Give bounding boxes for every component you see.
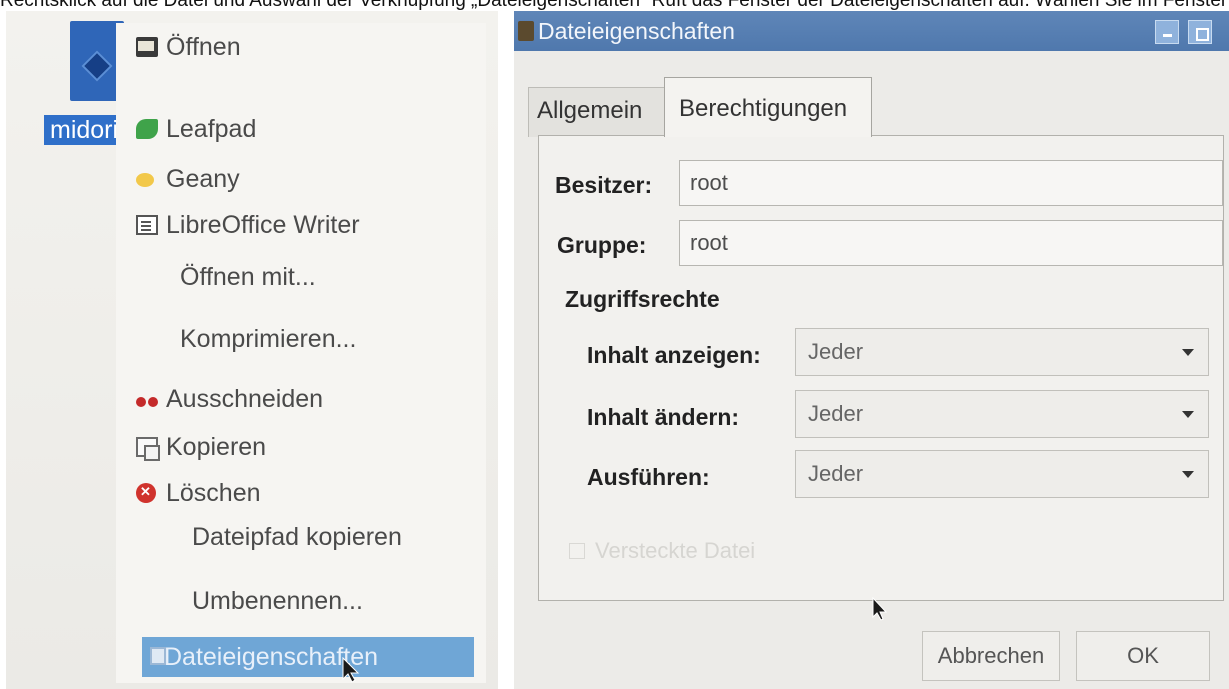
access-rights-heading: Zugriffsrechte	[565, 286, 720, 312]
menu-item-dateipfad-kopieren[interactable]: Dateipfad kopieren	[128, 517, 488, 557]
menu-item-label: Öffnen mit...	[180, 263, 316, 291]
mouse-cursor-icon	[872, 597, 888, 621]
writer-doc-icon	[136, 215, 158, 235]
dialog-title: Dateieigenschaften	[538, 18, 735, 44]
menu-item-umbenennen[interactable]: Umbenennen...	[128, 581, 488, 621]
scissors-icon	[136, 389, 158, 409]
menu-item-dateieigenschaften[interactable]: Dateieigenschaften	[142, 637, 474, 677]
tab-berechtigungen[interactable]: Berechtigungen	[664, 77, 872, 137]
context-menu: Öffnen Leafpad Geany LibreOffice Writer …	[116, 23, 486, 683]
menu-item-label: Öffnen	[166, 33, 241, 61]
owner-label: Besitzer:	[555, 172, 653, 198]
dialog-titlebar[interactable]: Dateieigenschaften	[514, 11, 1229, 51]
tab-allgemein[interactable]: Allgemein	[528, 87, 670, 137]
menu-item-leafpad[interactable]: Leafpad	[116, 109, 476, 149]
view-content-label: Inhalt anzeigen:	[587, 342, 761, 368]
desktop-context-menu-photo: midori Öffnen Leafpad Geany LibreOffice …	[6, 11, 498, 689]
mouse-cursor-icon	[342, 657, 360, 683]
menu-item-label: Kopieren	[166, 433, 267, 461]
permissions-panel: Besitzer: root Gruppe: root Zugriffsrech…	[538, 135, 1224, 601]
folder-icon	[136, 37, 158, 57]
menu-item-label: Leafpad	[166, 115, 257, 143]
owner-field[interactable]: root	[679, 160, 1223, 206]
execute-select[interactable]: Jeder	[795, 450, 1209, 498]
group-label: Gruppe:	[557, 232, 647, 258]
menu-item-label: Umbenennen...	[192, 587, 363, 615]
menu-item-loeschen[interactable]: Löschen	[116, 472, 476, 513]
checkbox-icon	[569, 543, 585, 559]
file-properties-dialog: Dateieigenschaften Allgemein Berechtigun…	[514, 11, 1229, 689]
hidden-files-label: Versteckte Datei	[595, 538, 756, 563]
menu-item-geany[interactable]: Geany	[116, 159, 476, 199]
geany-icon	[136, 173, 154, 187]
menu-item-label: Ausschneiden	[166, 385, 324, 413]
window-icon	[518, 21, 534, 41]
change-content-label: Inhalt ändern:	[587, 404, 740, 430]
dropdown-arrow-icon	[1182, 411, 1194, 418]
menu-item-ausschneiden[interactable]: Ausschneiden	[116, 379, 476, 419]
menu-item-oeffnen-mit[interactable]: Öffnen mit...	[116, 257, 476, 297]
menu-item-oeffnen[interactable]: Öffnen	[116, 27, 476, 67]
menu-item-label: Komprimieren...	[180, 325, 357, 353]
select-value: Jeder	[808, 401, 864, 426]
dropdown-arrow-icon	[1182, 349, 1194, 356]
maximize-button[interactable]	[1188, 20, 1212, 44]
menu-item-label: Geany	[166, 165, 240, 193]
copy-icon	[136, 437, 160, 461]
menu-item-label: Dateipfad kopieren	[192, 523, 402, 551]
dropdown-arrow-icon	[1182, 471, 1194, 478]
view-content-select[interactable]: Jeder	[795, 328, 1209, 376]
instruction-caption: Rechtsklick auf die Datei und Auswahl de…	[0, 0, 1229, 11]
menu-item-label: Löschen	[166, 479, 261, 507]
menu-item-label: LibreOffice Writer	[166, 211, 360, 239]
delete-icon	[136, 472, 156, 512]
group-field[interactable]: root	[679, 220, 1223, 266]
ok-button[interactable]: OK	[1076, 631, 1210, 681]
menu-item-libreoffice-writer[interactable]: LibreOffice Writer	[116, 205, 476, 245]
menu-item-kopieren[interactable]: Kopieren	[116, 427, 476, 467]
hidden-files-checkbox[interactable]: Versteckte Datei	[569, 538, 755, 564]
leafpad-icon	[136, 119, 158, 139]
minimize-button[interactable]	[1155, 20, 1179, 44]
select-value: Jeder	[808, 339, 864, 364]
change-content-select[interactable]: Jeder	[795, 390, 1209, 438]
select-value: Jeder	[808, 461, 864, 486]
execute-label: Ausführen:	[587, 464, 710, 490]
cancel-button[interactable]: Abbrechen	[922, 631, 1060, 681]
desktop-icon-label[interactable]: midori	[44, 115, 124, 145]
menu-item-komprimieren[interactable]: Komprimieren...	[116, 319, 476, 359]
